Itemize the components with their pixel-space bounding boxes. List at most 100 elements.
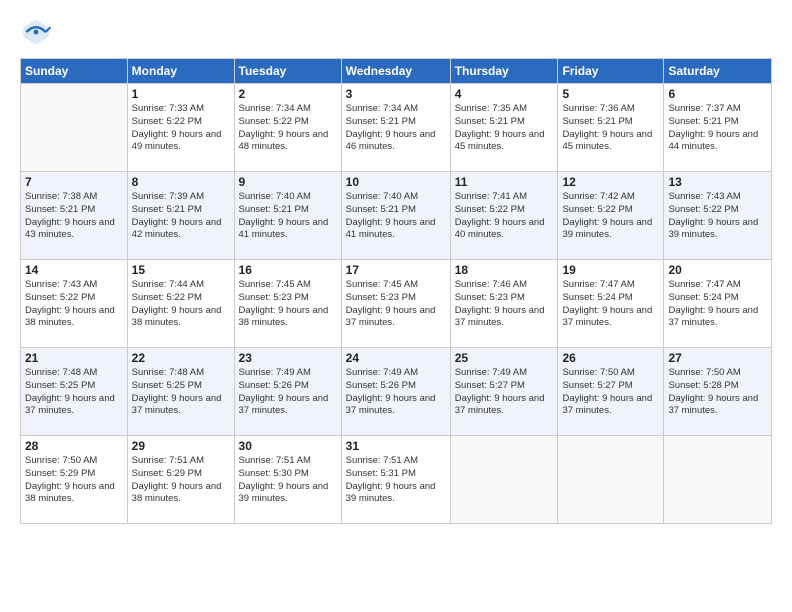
day-info: Sunrise: 7:35 AMSunset: 5:21 PMDaylight:… <box>455 103 554 154</box>
day-info: Sunrise: 7:47 AMSunset: 5:24 PMDaylight:… <box>668 279 767 330</box>
calendar-cell <box>21 84 128 172</box>
calendar-cell: 9 Sunrise: 7:40 AMSunset: 5:21 PMDaylight… <box>234 172 341 260</box>
calendar-cell: 8 Sunrise: 7:39 AMSunset: 5:21 PMDaylight… <box>127 172 234 260</box>
calendar-cell: 31Sunrise: 7:51 AMSunset: 5:31 PMDayligh… <box>341 436 450 524</box>
day-number: 7 <box>25 175 123 189</box>
calendar-cell: 6 Sunrise: 7:37 AMSunset: 5:21 PMDaylight… <box>664 84 772 172</box>
calendar-week-0: 1 Sunrise: 7:33 AMSunset: 5:22 PMDaylight… <box>21 84 772 172</box>
calendar-cell: 11 Sunrise: 7:41 AMSunset: 5:22 PMDayligh… <box>450 172 558 260</box>
day-number: 24 <box>346 351 446 365</box>
day-number: 12 <box>562 175 659 189</box>
calendar-cell: 20 Sunrise: 7:47 AMSunset: 5:24 PMDayligh… <box>664 260 772 348</box>
calendar-cell <box>558 436 664 524</box>
day-number: 29 <box>132 439 230 453</box>
day-number: 8 <box>132 175 230 189</box>
page-header <box>20 16 772 48</box>
day-info: Sunrise: 7:50 AMSunset: 5:27 PMDaylight:… <box>562 367 659 418</box>
day-number: 19 <box>562 263 659 277</box>
day-info: Sunrise: 7:43 AMSunset: 5:22 PMDaylight:… <box>668 191 767 242</box>
calendar-cell: 19 Sunrise: 7:47 AMSunset: 5:24 PMDayligh… <box>558 260 664 348</box>
day-info: Sunrise: 7:36 AMSunset: 5:21 PMDaylight:… <box>562 103 659 154</box>
weekday-header-friday: Friday <box>558 59 664 84</box>
day-number: 5 <box>562 87 659 101</box>
day-number: 11 <box>455 175 554 189</box>
calendar-cell: 21 Sunrise: 7:48 AMSunset: 5:25 PMDayligh… <box>21 348 128 436</box>
calendar-cell: 15 Sunrise: 7:44 AMSunset: 5:22 PMDayligh… <box>127 260 234 348</box>
day-number: 16 <box>239 263 337 277</box>
calendar-week-3: 21 Sunrise: 7:48 AMSunset: 5:25 PMDayligh… <box>21 348 772 436</box>
day-info: Sunrise: 7:47 AMSunset: 5:24 PMDaylight:… <box>562 279 659 330</box>
day-info: Sunrise: 7:43 AMSunset: 5:22 PMDaylight:… <box>25 279 123 330</box>
day-info: Sunrise: 7:45 AMSunset: 5:23 PMDaylight:… <box>346 279 446 330</box>
day-number: 15 <box>132 263 230 277</box>
day-number: 1 <box>132 87 230 101</box>
calendar-cell <box>450 436 558 524</box>
calendar-cell: 17 Sunrise: 7:45 AMSunset: 5:23 PMDayligh… <box>341 260 450 348</box>
calendar-cell: 5 Sunrise: 7:36 AMSunset: 5:21 PMDaylight… <box>558 84 664 172</box>
day-number: 17 <box>346 263 446 277</box>
day-info: Sunrise: 7:49 AMSunset: 5:27 PMDaylight:… <box>455 367 554 418</box>
day-info: Sunrise: 7:51 AMSunset: 5:31 PMDaylight:… <box>346 455 446 506</box>
day-number: 13 <box>668 175 767 189</box>
calendar-cell <box>664 436 772 524</box>
day-number: 21 <box>25 351 123 365</box>
day-info: Sunrise: 7:50 AMSunset: 5:29 PMDaylight:… <box>25 455 123 506</box>
day-info: Sunrise: 7:48 AMSunset: 5:25 PMDaylight:… <box>25 367 123 418</box>
calendar-cell: 28 Sunrise: 7:50 AMSunset: 5:29 PMDayligh… <box>21 436 128 524</box>
day-info: Sunrise: 7:49 AMSunset: 5:26 PMDaylight:… <box>346 367 446 418</box>
calendar-cell: 22 Sunrise: 7:48 AMSunset: 5:25 PMDayligh… <box>127 348 234 436</box>
day-number: 9 <box>239 175 337 189</box>
logo <box>20 16 56 48</box>
day-info: Sunrise: 7:44 AMSunset: 5:22 PMDaylight:… <box>132 279 230 330</box>
day-number: 4 <box>455 87 554 101</box>
day-number: 26 <box>562 351 659 365</box>
calendar-week-4: 28 Sunrise: 7:50 AMSunset: 5:29 PMDayligh… <box>21 436 772 524</box>
calendar-cell: 23 Sunrise: 7:49 AMSunset: 5:26 PMDayligh… <box>234 348 341 436</box>
day-info: Sunrise: 7:41 AMSunset: 5:22 PMDaylight:… <box>455 191 554 242</box>
day-info: Sunrise: 7:37 AMSunset: 5:21 PMDaylight:… <box>668 103 767 154</box>
calendar-cell: 26 Sunrise: 7:50 AMSunset: 5:27 PMDayligh… <box>558 348 664 436</box>
day-info: Sunrise: 7:33 AMSunset: 5:22 PMDaylight:… <box>132 103 230 154</box>
day-info: Sunrise: 7:34 AMSunset: 5:21 PMDaylight:… <box>346 103 446 154</box>
weekday-header-tuesday: Tuesday <box>234 59 341 84</box>
day-info: Sunrise: 7:46 AMSunset: 5:23 PMDaylight:… <box>455 279 554 330</box>
calendar-week-1: 7Sunrise: 7:38 AMSunset: 5:21 PMDaylight… <box>21 172 772 260</box>
day-number: 23 <box>239 351 337 365</box>
day-number: 28 <box>25 439 123 453</box>
day-info: Sunrise: 7:40 AMSunset: 5:21 PMDaylight:… <box>239 191 337 242</box>
day-number: 14 <box>25 263 123 277</box>
calendar-cell: 25Sunrise: 7:49 AMSunset: 5:27 PMDayligh… <box>450 348 558 436</box>
day-info: Sunrise: 7:49 AMSunset: 5:26 PMDaylight:… <box>239 367 337 418</box>
calendar-cell: 3 Sunrise: 7:34 AMSunset: 5:21 PMDaylight… <box>341 84 450 172</box>
day-number: 10 <box>346 175 446 189</box>
day-number: 20 <box>668 263 767 277</box>
day-info: Sunrise: 7:40 AMSunset: 5:21 PMDaylight:… <box>346 191 446 242</box>
day-number: 22 <box>132 351 230 365</box>
calendar-cell: 27 Sunrise: 7:50 AMSunset: 5:28 PMDayligh… <box>664 348 772 436</box>
calendar-cell: 2Sunrise: 7:34 AMSunset: 5:22 PMDaylight… <box>234 84 341 172</box>
weekday-header-thursday: Thursday <box>450 59 558 84</box>
day-number: 3 <box>346 87 446 101</box>
day-info: Sunrise: 7:48 AMSunset: 5:25 PMDaylight:… <box>132 367 230 418</box>
calendar-cell: 29 Sunrise: 7:51 AMSunset: 5:29 PMDayligh… <box>127 436 234 524</box>
page-container: SundayMondayTuesdayWednesdayThursdayFrid… <box>0 0 792 612</box>
calendar-cell: 30Sunrise: 7:51 AMSunset: 5:30 PMDayligh… <box>234 436 341 524</box>
day-info: Sunrise: 7:50 AMSunset: 5:28 PMDaylight:… <box>668 367 767 418</box>
weekday-header-row: SundayMondayTuesdayWednesdayThursdayFrid… <box>21 59 772 84</box>
day-number: 18 <box>455 263 554 277</box>
calendar-cell: 1 Sunrise: 7:33 AMSunset: 5:22 PMDaylight… <box>127 84 234 172</box>
day-info: Sunrise: 7:39 AMSunset: 5:21 PMDaylight:… <box>132 191 230 242</box>
calendar-cell: 14 Sunrise: 7:43 AMSunset: 5:22 PMDayligh… <box>21 260 128 348</box>
day-number: 27 <box>668 351 767 365</box>
calendar-week-2: 14 Sunrise: 7:43 AMSunset: 5:22 PMDayligh… <box>21 260 772 348</box>
calendar-cell: 10 Sunrise: 7:40 AMSunset: 5:21 PMDayligh… <box>341 172 450 260</box>
day-info: Sunrise: 7:51 AMSunset: 5:29 PMDaylight:… <box>132 455 230 506</box>
day-number: 30 <box>239 439 337 453</box>
calendar-cell: 7Sunrise: 7:38 AMSunset: 5:21 PMDaylight… <box>21 172 128 260</box>
day-number: 6 <box>668 87 767 101</box>
calendar-body: 1 Sunrise: 7:33 AMSunset: 5:22 PMDaylight… <box>21 84 772 524</box>
calendar-cell: 16Sunrise: 7:45 AMSunset: 5:23 PMDayligh… <box>234 260 341 348</box>
weekday-header-wednesday: Wednesday <box>341 59 450 84</box>
weekday-header-monday: Monday <box>127 59 234 84</box>
calendar-header: SundayMondayTuesdayWednesdayThursdayFrid… <box>21 59 772 84</box>
